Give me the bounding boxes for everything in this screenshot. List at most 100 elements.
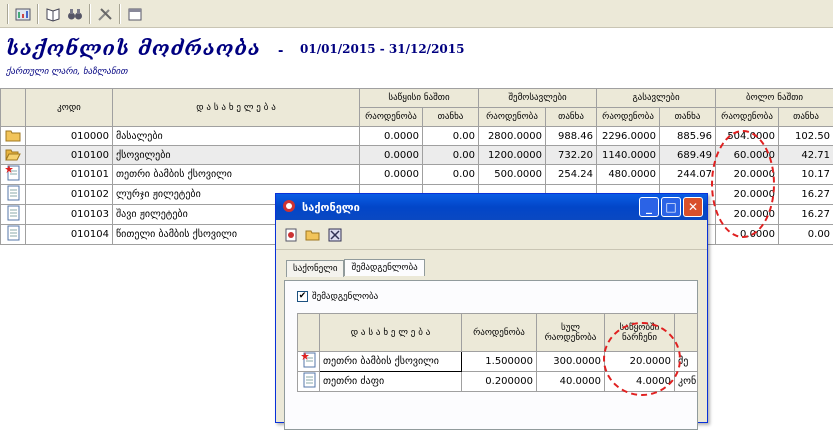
header-name[interactable]: დ ა ს ა ხ ე ლ ე ბ ა xyxy=(113,89,360,127)
folder-open-icon xyxy=(5,153,21,164)
cell-value[interactable]: 0.0000 xyxy=(360,127,423,146)
cell-value[interactable]: 732.20 xyxy=(546,146,597,165)
cell-code[interactable]: 010103 xyxy=(26,205,113,225)
report-subtitle: ქართული ლარი, ხაზლანით xyxy=(6,67,128,77)
cell-name[interactable]: თეთრი ბამბის ქსოვილი xyxy=(113,165,360,185)
cell-qty[interactable]: 1.500000 xyxy=(462,352,537,372)
cell-value[interactable]: 16.27 xyxy=(779,205,833,225)
annotation-ellipse xyxy=(603,322,681,396)
header-code[interactable]: კოდი xyxy=(26,89,113,127)
app-icon xyxy=(282,199,296,216)
dialog-titlebar[interactable]: საქონელი _ □ ✕ xyxy=(276,194,707,220)
table-row[interactable]: 010000მასალები0.00000.002800.0000988.462… xyxy=(1,127,833,146)
document-star-icon xyxy=(5,173,21,184)
cell-value[interactable]: 0.00 xyxy=(423,127,479,146)
table-row[interactable]: 010100ქსოვილები0.00000.001200.0000732.20… xyxy=(1,146,833,165)
folder-open-icon[interactable] xyxy=(302,224,324,246)
row-icon-cell xyxy=(298,372,320,392)
sub-header-name[interactable]: დ ა ს ა ხ ე ლ ე ბ ა xyxy=(320,314,462,352)
cell-value[interactable]: 244.07 xyxy=(660,165,716,185)
cell-value[interactable]: 102.50 xyxy=(779,127,833,146)
tools-icon[interactable] xyxy=(94,3,116,25)
toolbar-separator xyxy=(119,4,121,24)
row-icon-cell xyxy=(298,352,320,372)
cell-total[interactable]: 40.0000 xyxy=(537,372,605,392)
cell-code[interactable]: 010104 xyxy=(26,225,113,245)
header-group-closing: ბოლო ნაშთი xyxy=(716,89,833,108)
cell-value[interactable]: 2296.0000 xyxy=(597,127,660,146)
cell-code[interactable]: 010102 xyxy=(26,185,113,205)
folder-icon xyxy=(5,134,21,145)
cell-code[interactable]: 010100 xyxy=(26,146,113,165)
header-qty[interactable]: რაოდენობა xyxy=(597,108,660,127)
cell-value[interactable]: 885.96 xyxy=(660,127,716,146)
header-sum[interactable]: თანხა xyxy=(546,108,597,127)
header-icon-col xyxy=(1,89,26,127)
cell-name[interactable]: მასალები xyxy=(113,127,360,146)
maximize-button[interactable]: □ xyxy=(661,197,681,217)
sub-header-total[interactable]: სულ რაოდენობა xyxy=(537,314,605,352)
record-icon[interactable] xyxy=(280,224,302,246)
book-icon[interactable] xyxy=(42,3,64,25)
cell-value[interactable]: 42.71 xyxy=(779,146,833,165)
document-icon xyxy=(5,193,21,204)
cell-name[interactable]: თეთრი ძაფი xyxy=(320,372,462,392)
cell-value[interactable]: 689.49 xyxy=(660,146,716,165)
minimize-button[interactable]: _ xyxy=(639,197,659,217)
cell-value[interactable]: 1140.0000 xyxy=(597,146,660,165)
header-sum[interactable]: თანხა xyxy=(779,108,833,127)
cell-value[interactable]: 988.46 xyxy=(546,127,597,146)
minimize-icon: _ xyxy=(646,200,652,214)
cell-code[interactable]: 010000 xyxy=(26,127,113,146)
composition-checkbox-label: შემადგენლობა xyxy=(312,292,378,302)
document-icon xyxy=(5,233,21,244)
report-icon[interactable] xyxy=(12,3,34,25)
header-qty[interactable]: რაოდენობა xyxy=(716,108,779,127)
cell-value[interactable]: 254.24 xyxy=(546,165,597,185)
tab-composition[interactable]: შემადგენლობა xyxy=(344,259,424,276)
tab-item[interactable]: საქონელი xyxy=(286,260,344,277)
sub-header-icon xyxy=(298,314,320,352)
cell-name[interactable]: თეთრი ბამბის ქსოვილი xyxy=(320,352,462,372)
header-qty[interactable]: რაოდენობა xyxy=(360,108,423,127)
row-icon-cell xyxy=(1,165,26,185)
cell-qty[interactable]: 0.200000 xyxy=(462,372,537,392)
toolbar-separator xyxy=(7,4,9,24)
cell-code[interactable]: 010101 xyxy=(26,165,113,185)
header-qty[interactable]: რაოდენობა xyxy=(479,108,546,127)
cell-total[interactable]: 300.0000 xyxy=(537,352,605,372)
composition-checkbox-row[interactable]: ✔ შემადგენლობა xyxy=(297,291,378,302)
sub-header-qty[interactable]: რაოდენობა xyxy=(462,314,537,352)
dialog-title: საქონელი xyxy=(302,201,360,214)
toolbar-separator xyxy=(37,4,39,24)
binoculars-icon[interactable] xyxy=(64,3,86,25)
header-group-income: შემოსავლები xyxy=(479,89,597,108)
cell-value[interactable]: 10.17 xyxy=(779,165,833,185)
cell-value[interactable]: 0.00 xyxy=(423,146,479,165)
document-icon xyxy=(5,213,21,224)
row-icon-cell xyxy=(1,225,26,245)
cell-value[interactable]: 0.0000 xyxy=(360,165,423,185)
row-icon-cell xyxy=(1,205,26,225)
cell-value[interactable]: 16.27 xyxy=(779,185,833,205)
close-icon: ✕ xyxy=(688,200,698,214)
window-icon[interactable] xyxy=(124,3,146,25)
header-sum[interactable]: თანხა xyxy=(660,108,716,127)
table-row[interactable]: 010101თეთრი ბამბის ქსოვილი0.00000.00500.… xyxy=(1,165,833,185)
cell-value[interactable]: 500.0000 xyxy=(479,165,546,185)
cell-value[interactable]: 2800.0000 xyxy=(479,127,546,146)
cell-extra[interactable]: კონ xyxy=(675,372,698,392)
cell-value[interactable]: 1200.0000 xyxy=(479,146,546,165)
cell-value[interactable]: 0.00 xyxy=(423,165,479,185)
document-star-icon xyxy=(301,360,317,371)
header-sum[interactable]: თანხა xyxy=(423,108,479,127)
cell-value[interactable]: 0.0000 xyxy=(360,146,423,165)
composition-checkbox[interactable]: ✔ xyxy=(297,291,308,302)
row-icon-cell xyxy=(1,146,26,165)
cell-name[interactable]: ქსოვილები xyxy=(113,146,360,165)
cell-value[interactable]: 0.00 xyxy=(779,225,833,245)
close-button[interactable]: ✕ xyxy=(683,197,703,217)
delete-icon[interactable] xyxy=(324,224,346,246)
header-group-outgo: გასავლები xyxy=(597,89,716,108)
cell-value[interactable]: 480.0000 xyxy=(597,165,660,185)
